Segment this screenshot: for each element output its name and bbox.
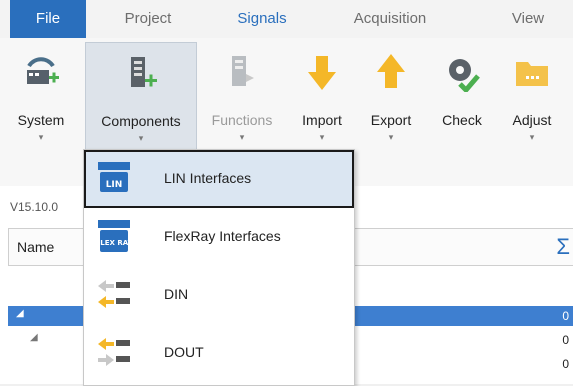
components-label: Components bbox=[101, 113, 181, 129]
tab-signals[interactable]: Signals bbox=[222, 0, 302, 38]
menu-item-label: DIN bbox=[164, 286, 189, 302]
components-add-icon bbox=[131, 57, 157, 87]
import-button[interactable]: Import ▾ bbox=[292, 42, 352, 162]
tab-file[interactable]: File bbox=[10, 0, 86, 38]
functions-label: Functions bbox=[211, 112, 273, 128]
export-label: Export bbox=[370, 112, 412, 128]
menu-item-label: LIN Interfaces bbox=[164, 170, 252, 186]
chevron-down-icon: ▾ bbox=[319, 132, 325, 142]
components-button[interactable]: Components ▾ bbox=[85, 42, 197, 164]
chevron-down-icon: ▾ bbox=[138, 133, 144, 143]
expand-icon[interactable]: ◢ bbox=[16, 308, 24, 319]
check-label: Check bbox=[442, 112, 482, 128]
tab-view[interactable]: View bbox=[498, 0, 558, 38]
import-label: Import bbox=[302, 112, 342, 128]
functions-icon bbox=[232, 56, 254, 86]
chevron-down-icon: ▾ bbox=[38, 132, 44, 142]
functions-button[interactable]: Functions ▾ bbox=[202, 42, 282, 162]
chevron-down-icon: ▾ bbox=[529, 132, 535, 142]
flexray-interface-icon: FLEX RAY bbox=[96, 220, 132, 252]
sum-icon[interactable]: Σ bbox=[556, 234, 570, 260]
import-arrow-icon bbox=[308, 56, 336, 90]
flexray-icon-text: FLEX RAY bbox=[96, 239, 132, 247]
version-label: V15.10.0 bbox=[10, 200, 59, 214]
row-value: 0 bbox=[562, 309, 569, 323]
chevron-down-icon: ▾ bbox=[239, 132, 245, 142]
system-label: System bbox=[17, 112, 65, 128]
tab-project[interactable]: Project bbox=[103, 0, 193, 38]
menu-item-lin-interfaces[interactable]: LIN LIN Interfaces bbox=[84, 150, 354, 208]
adjust-folder-icon bbox=[516, 62, 548, 86]
menu-item-label: FlexRay Interfaces bbox=[164, 228, 281, 244]
menu-item-din[interactable]: DIN bbox=[84, 266, 354, 324]
row-value: 0 bbox=[562, 333, 569, 347]
dout-icon bbox=[98, 338, 130, 366]
menu-item-label: DOUT bbox=[164, 344, 204, 360]
check-button[interactable]: Check bbox=[432, 42, 492, 162]
chevron-down-icon: ▾ bbox=[388, 132, 394, 142]
system-add-icon bbox=[27, 57, 59, 84]
row-value: 0 bbox=[562, 357, 569, 371]
adjust-button[interactable]: Adjust ▾ bbox=[500, 42, 564, 162]
expand-icon[interactable]: ◢ bbox=[30, 332, 38, 343]
components-dropdown-menu: LIN LIN Interfaces FLEX RAY FlexRay Inte… bbox=[83, 149, 355, 386]
menu-item-dout[interactable]: DOUT bbox=[84, 324, 354, 382]
din-icon bbox=[98, 280, 130, 308]
export-button[interactable]: Export ▾ bbox=[360, 42, 422, 162]
check-gear-icon bbox=[449, 59, 480, 92]
export-arrow-icon bbox=[377, 54, 405, 88]
column-header-name[interactable]: Name bbox=[17, 239, 54, 255]
ribbon-tab-bar: File Project Signals Acquisition View bbox=[0, 0, 573, 38]
tab-acquisition[interactable]: Acquisition bbox=[335, 0, 445, 38]
lin-icon-text: LIN bbox=[106, 180, 123, 190]
lin-interface-icon: LIN bbox=[98, 162, 130, 192]
menu-item-flexray-interfaces[interactable]: FLEX RAY FlexRay Interfaces bbox=[84, 208, 354, 266]
system-button[interactable]: System ▾ bbox=[10, 42, 72, 162]
adjust-label: Adjust bbox=[512, 112, 552, 128]
